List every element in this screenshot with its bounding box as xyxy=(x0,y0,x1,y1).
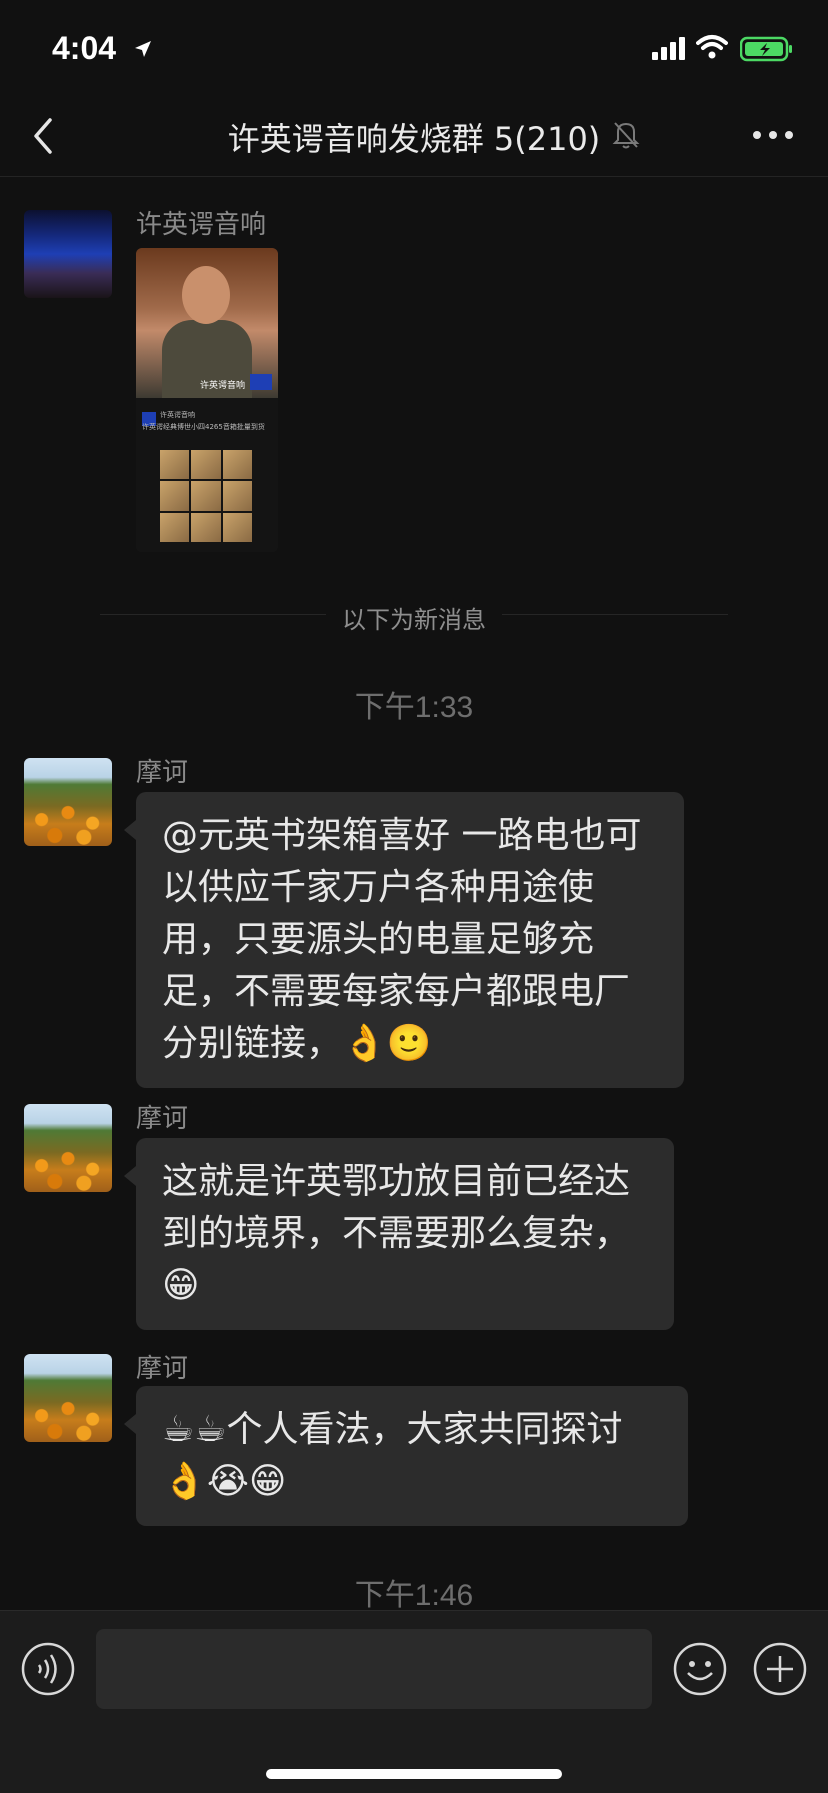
avatar[interactable] xyxy=(24,1354,112,1442)
mute-bell-icon xyxy=(612,122,640,149)
sender-name: 摩诃 xyxy=(136,1354,189,1384)
chat-header: 许英谔音响发烧群 5(210) xyxy=(0,100,828,177)
image-grid xyxy=(160,450,252,542)
location-arrow-icon xyxy=(135,41,151,57)
new-messages-divider: 以下为新消息 xyxy=(0,600,828,635)
image-figure-face xyxy=(182,266,230,324)
image-text-2: 许英谔经典博世小四4265音箱批量到货 xyxy=(142,423,265,431)
timestamp: 下午1:46 xyxy=(354,1579,474,1610)
status-time: 4:04 xyxy=(52,30,117,66)
input-bar xyxy=(0,1610,828,1793)
timestamp: 下午1:33 xyxy=(354,691,474,724)
image-text-1: 许英谔音响 xyxy=(160,411,195,419)
avatar[interactable] xyxy=(24,210,112,298)
avatar[interactable] xyxy=(24,758,112,846)
wifi-icon xyxy=(696,35,728,59)
battery-icon xyxy=(740,36,792,62)
image-message[interactable]: 许英谔音响 许英谔音响 许英谔经典博世小四4265音箱批量到货 xyxy=(136,248,278,552)
message-bubble[interactable]: @元英书架箱喜好 一路电也可以供应千家万户各种用途使用，只要源头的电量足够充足，… xyxy=(124,792,684,1088)
plus-icon[interactable] xyxy=(752,1641,808,1697)
image-photo: 许英谔音响 xyxy=(136,248,278,398)
image-caption: 许英谔音响 xyxy=(200,381,246,391)
message-list[interactable]: 许英谔音响 许英谔音响 许英谔音响 许英谔经典博世小四4265音箱批量到货 以下… xyxy=(0,176,828,1610)
avatar[interactable] xyxy=(24,1104,112,1192)
message-input[interactable] xyxy=(96,1629,652,1709)
new-messages-label: 以下为新消息 xyxy=(326,606,502,634)
sender-name: 许英谔音响 xyxy=(136,210,267,240)
emoji-icon[interactable] xyxy=(672,1641,728,1697)
message-bubble[interactable]: ☕☕个人看法，大家共同探讨👌😭😁 xyxy=(124,1386,688,1526)
image-inset xyxy=(250,374,272,390)
status-bar: 4:04 xyxy=(0,0,828,100)
home-indicator xyxy=(266,1769,562,1779)
sender-name: 摩诃 xyxy=(136,758,189,788)
sender-name: 摩诃 xyxy=(136,1104,189,1134)
more-options-icon[interactable] xyxy=(748,120,798,150)
message-bubble[interactable]: 这就是许英鄂功放目前已经达到的境界，不需要那么复杂，😁 xyxy=(124,1138,674,1330)
chat-title: 许英谔音响发烧群 5(210) xyxy=(227,120,601,158)
cellular-signal-icon xyxy=(652,37,685,60)
voice-input-icon[interactable] xyxy=(20,1641,76,1697)
image-lower-panel: 许英谔音响 许英谔经典博世小四4265音箱批量到货 xyxy=(136,398,278,552)
